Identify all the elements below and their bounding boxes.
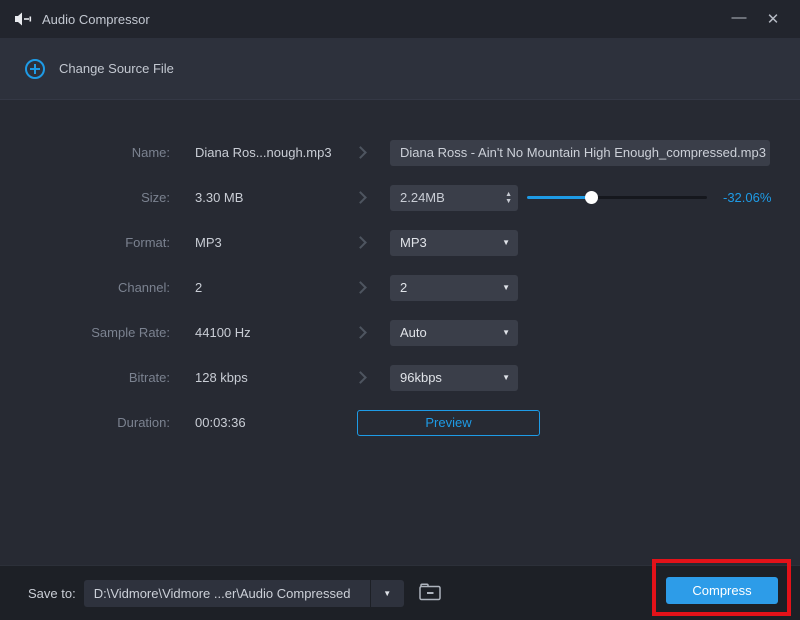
compress-button[interactable]: Compress [666, 577, 778, 604]
channel-label: Channel: [117, 280, 170, 295]
window-controls: — ✕ [722, 0, 790, 38]
chevron-right-icon [330, 281, 390, 294]
caret-down-icon: ▼ [383, 588, 392, 598]
titlebar: Audio Compressor — ✕ [0, 0, 800, 38]
save-path-caret[interactable]: ▼ [369, 579, 404, 607]
change-source-bar[interactable]: Change Source File [0, 38, 800, 100]
minimize-button[interactable]: — [722, 0, 756, 38]
open-folder-button[interactable] [415, 581, 445, 605]
size-row: Size: 3.30 MB 2.24MB ▲ ▼ -32.06% [0, 175, 800, 220]
output-name-text: Diana Ross - Ain't No Mountain High Enou… [400, 145, 766, 160]
sample-rate-label: Sample Rate: [91, 325, 170, 340]
minimize-icon: — [731, 8, 747, 26]
save-to-label: Save to: [28, 585, 76, 601]
window-title: Audio Compressor [42, 11, 150, 27]
caret-down-icon: ▼ [502, 328, 510, 337]
channel-original-value: 2 [195, 280, 203, 295]
save-path-dropdown[interactable]: D:\Vidmore\Vidmore ...er\Audio Compresse… [83, 579, 404, 607]
spinner-arrows[interactable]: ▲ ▼ [505, 191, 512, 205]
speaker-icon [14, 11, 32, 27]
format-original-value: MP3 [195, 235, 222, 250]
change-source-label: Change Source File [59, 61, 174, 76]
channel-row: Channel: 2 2 ▼ [0, 265, 800, 310]
duration-value: 00:03:36 [195, 415, 246, 430]
target-size-value: 2.24MB [400, 190, 445, 205]
bitrate-original-value: 128 kbps [195, 370, 248, 385]
output-name-field[interactable]: Diana Ross - Ain't No Mountain High Enou… [390, 139, 770, 166]
duration-row: Duration: 00:03:36 Preview [0, 400, 800, 445]
spin-down-icon[interactable]: ▼ [505, 198, 512, 205]
caret-down-icon: ▼ [502, 373, 510, 382]
size-label: Size: [141, 190, 170, 205]
format-dropdown[interactable]: MP3 ▼ [390, 229, 518, 256]
channel-selected-value: 2 [400, 280, 408, 295]
duration-label: Duration: [117, 415, 170, 430]
chevron-right-icon [330, 236, 390, 249]
preview-button[interactable]: Preview [357, 409, 540, 436]
chevron-right-icon [330, 191, 390, 204]
caret-down-icon: ▼ [502, 238, 510, 247]
name-original-value: Diana Ros...nough.mp3 [195, 145, 332, 160]
size-reduction-percent: -32.06% [723, 190, 772, 205]
settings-panel: Name: Diana Ros...nough.mp3 Diana Ross -… [0, 101, 800, 565]
sample-rate-selected-value: Auto [400, 325, 427, 340]
size-slider-fill [527, 196, 592, 199]
audio-compressor-window: Audio Compressor — ✕ Change Source File … [0, 0, 800, 620]
caret-down-icon: ▼ [502, 283, 510, 292]
format-selected-value: MP3 [400, 235, 427, 250]
size-original-value: 3.30 MB [195, 190, 244, 205]
close-button[interactable]: ✕ [756, 0, 790, 38]
chevron-right-icon [330, 146, 390, 159]
channel-dropdown[interactable]: 2 ▼ [390, 274, 518, 301]
name-row: Name: Diana Ros...nough.mp3 Diana Ross -… [0, 130, 800, 175]
bitrate-dropdown[interactable]: 96kbps ▼ [390, 364, 518, 391]
bitrate-row: Bitrate: 128 kbps 96kbps ▼ [0, 355, 800, 400]
close-icon: ✕ [766, 11, 780, 28]
chevron-right-icon [330, 371, 390, 384]
size-slider-thumb[interactable] [584, 191, 598, 204]
format-row: Format: MP3 MP3 ▼ [0, 220, 800, 265]
size-slider[interactable] [527, 175, 707, 220]
name-label: Name: [131, 145, 170, 160]
save-path-value: D:\Vidmore\Vidmore ...er\Audio Compresse… [93, 585, 351, 601]
sample-rate-row: Sample Rate: 44100 Hz Auto ▼ [0, 310, 800, 355]
sample-rate-dropdown[interactable]: Auto ▼ [390, 319, 518, 346]
spin-up-icon[interactable]: ▲ [505, 191, 512, 198]
bitrate-selected-value: 96kbps [400, 370, 442, 385]
format-label: Format: [125, 235, 170, 250]
bitrate-label: Bitrate: [128, 370, 170, 385]
chevron-right-icon [330, 326, 390, 339]
target-size-spinner[interactable]: 2.24MB ▲ ▼ [390, 184, 518, 211]
folder-icon [418, 582, 442, 605]
plus-circle-icon [25, 58, 45, 79]
sample-rate-original-value: 44100 Hz [195, 325, 251, 340]
